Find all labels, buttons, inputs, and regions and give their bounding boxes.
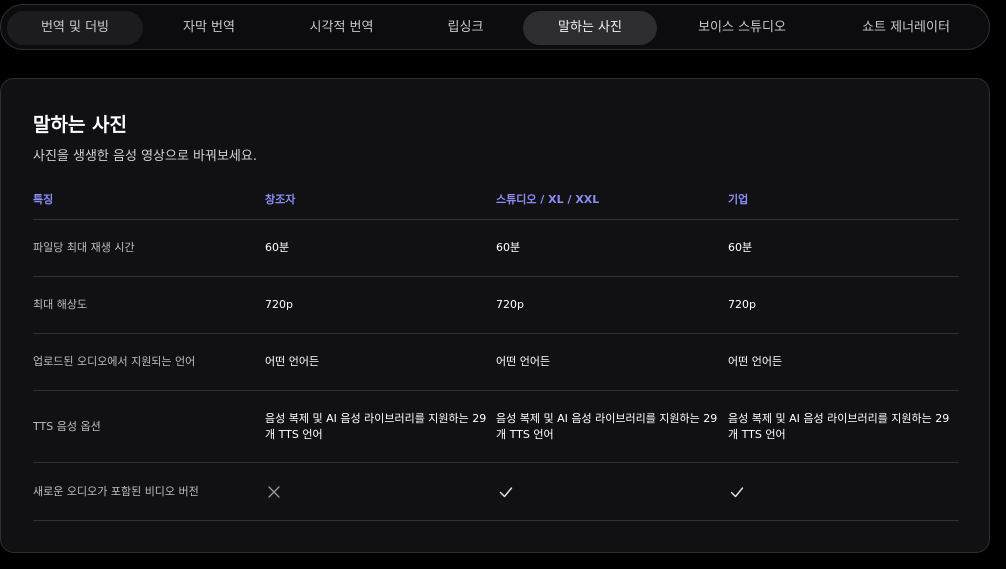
tab-subtitle-translation[interactable]: 자막 번역 (144, 11, 274, 45)
feature-tabs: 번역 및 더빙 자막 번역 시각적 번역 립싱크 말하는 사진 보이스 스튜디오… (0, 4, 990, 50)
check-icon (730, 487, 744, 498)
table-cell: 어떤 언어든 (728, 355, 783, 368)
row-divider (33, 390, 959, 391)
table-cell: 어떤 언어든 (265, 355, 320, 368)
table-cell: 음성 복제 및 AI 음성 라이브러리를 지원하는 29개 TTS 언어 (496, 412, 718, 441)
tab-lip-sync[interactable]: 립싱크 (409, 11, 522, 45)
table-cell: 720p (265, 298, 293, 311)
row-divider (33, 276, 959, 277)
table-cell: 720p (496, 298, 524, 311)
header-enterprise: 기업 (728, 193, 749, 206)
row-feature-label: TTS 음성 옵션 (33, 420, 101, 433)
row-feature-label: 최대 해상도 (33, 298, 88, 311)
card-title: 말하는 사진 (33, 114, 128, 136)
table-cell: 60분 (728, 241, 753, 254)
row-feature-label: 업로드된 오디오에서 지원되는 언어 (33, 355, 196, 368)
tab-voice-studio[interactable]: 보이스 스튜디오 (658, 11, 826, 45)
table-cell: 720p (728, 298, 756, 311)
table-cell: 60분 (496, 241, 521, 254)
header-studio: 스튜디오 / XL / XXL (496, 193, 600, 206)
row-feature-label: 파일당 최대 재생 시간 (33, 241, 135, 254)
check-icon (499, 487, 513, 498)
tab-shorts-generator[interactable]: 쇼트 제너레이터 (827, 11, 985, 45)
table-cell: 60분 (265, 241, 290, 254)
x-mark-icon (268, 486, 280, 498)
header-feature: 특징 (33, 193, 54, 206)
row-divider (33, 520, 959, 521)
comparison-card: 말하는 사진 사진을 생생한 음성 영상으로 바꿔보세요. 특징 창조자 스튜디… (0, 78, 990, 553)
row-divider (33, 333, 959, 334)
row-divider (33, 462, 959, 463)
table-cell: 어떤 언어든 (496, 355, 551, 368)
tab-translation-dubbing[interactable]: 번역 및 더빙 (7, 11, 143, 45)
card-subtitle: 사진을 생생한 음성 영상으로 바꿔보세요. (33, 149, 257, 164)
table-cell: 음성 복제 및 AI 음성 라이브러리를 지원하는 29개 TTS 언어 (728, 412, 950, 441)
tab-visual-translation[interactable]: 시각적 번역 (275, 11, 408, 45)
header-creator: 창조자 (265, 193, 296, 206)
row-divider (33, 219, 959, 220)
row-feature-label: 새로운 오디오가 포함된 비디오 버전 (33, 485, 199, 498)
table-cell: 음성 복제 및 AI 음성 라이브러리를 지원하는 29개 TTS 언어 (265, 412, 487, 441)
tab-talking-photo[interactable]: 말하는 사진 (523, 11, 657, 45)
